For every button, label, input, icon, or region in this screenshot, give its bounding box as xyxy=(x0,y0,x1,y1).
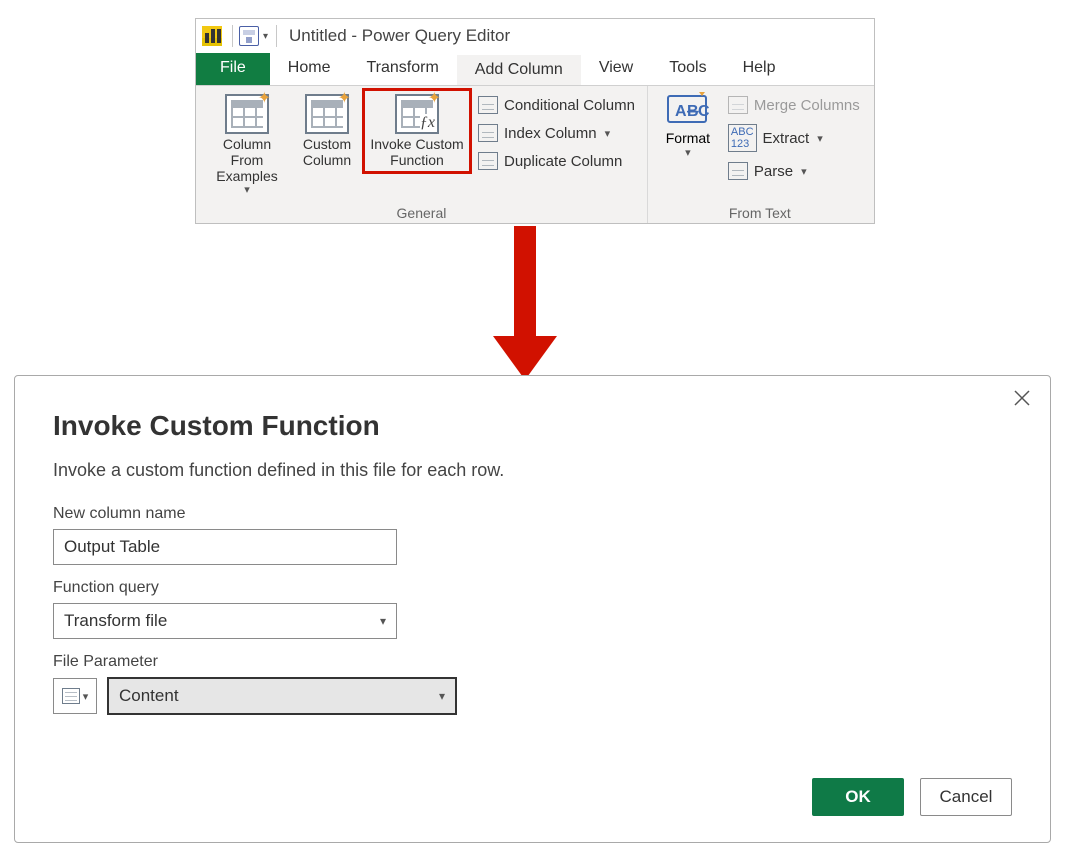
chevron-down-icon: ▾ xyxy=(380,614,386,628)
sparkle-icon: ✦ xyxy=(258,90,271,108)
ribbon-tabs: File Home Transform Add Column View Tool… xyxy=(196,53,874,85)
duplicate-column-button[interactable]: Duplicate Column xyxy=(474,150,639,172)
ok-button[interactable]: OK xyxy=(812,778,904,816)
column-from-examples-icon: ✦ xyxy=(225,94,269,134)
merge-columns-button: Merge Columns xyxy=(724,94,864,116)
separator xyxy=(276,25,277,47)
new-column-name-input[interactable] xyxy=(53,529,397,565)
parse-icon xyxy=(728,162,748,180)
tab-tools[interactable]: Tools xyxy=(651,53,724,85)
format-icon: A B C xyxy=(665,90,711,130)
format-button[interactable]: A B C Format ▾ xyxy=(656,90,720,159)
file-parameter-select[interactable]: Content ▾ xyxy=(107,677,457,715)
save-icon[interactable] xyxy=(239,26,259,46)
extract-icon: ABC123 xyxy=(728,124,757,152)
annotation-arrow xyxy=(493,226,557,380)
dialog-title: Invoke Custom Function xyxy=(53,410,1012,442)
invoke-custom-function-icon: ✦ ƒx xyxy=(395,94,439,134)
chevron-down-icon: ▾ xyxy=(439,689,445,703)
new-column-name-label: New column name xyxy=(53,505,1012,523)
button-label: Custom Column xyxy=(296,136,358,168)
custom-column-icon: ✦ xyxy=(305,94,349,134)
powerbi-logo-icon xyxy=(202,26,222,46)
button-label: Parse xyxy=(754,163,793,180)
column-type-icon xyxy=(62,688,80,704)
invoke-custom-function-dialog: Invoke Custom Function Invoke a custom f… xyxy=(14,375,1051,843)
button-label: Index Column xyxy=(504,125,597,142)
tab-view[interactable]: View xyxy=(581,53,651,85)
button-label: Format xyxy=(666,130,710,146)
chevron-down-icon: ▾ xyxy=(817,132,823,145)
extract-button[interactable]: ABC123 Extract ▾ xyxy=(724,122,864,154)
button-label: Extract xyxy=(763,130,810,147)
merge-columns-icon xyxy=(728,96,748,114)
chevron-down-icon: ▾ xyxy=(685,146,691,159)
group-label: From Text xyxy=(656,205,864,221)
ribbon-group-from-text: A B C Format ▾ Merge Columns xyxy=(647,86,872,223)
tab-transform[interactable]: Transform xyxy=(348,53,456,85)
sparkle-icon: ✦ xyxy=(428,90,441,108)
svg-text:C: C xyxy=(698,103,710,120)
index-column-icon xyxy=(478,124,498,142)
ribbon-group-general: ✦ Column From Examples ▾ ✦ Custom Column… xyxy=(196,86,647,223)
tab-add-column[interactable]: Add Column xyxy=(457,55,581,85)
sparkle-icon: ✦ xyxy=(338,90,351,108)
button-label: Invoke Custom Function xyxy=(366,136,468,168)
dialog-subtitle: Invoke a custom function defined in this… xyxy=(53,460,1012,481)
chevron-down-icon: ▾ xyxy=(605,127,611,140)
button-label: Column From Examples xyxy=(206,136,288,184)
parse-button[interactable]: Parse ▾ xyxy=(724,160,864,182)
column-from-examples-button[interactable]: ✦ Column From Examples ▾ xyxy=(204,90,290,201)
select-value: Content xyxy=(119,686,179,706)
qat-dropdown-icon[interactable]: ▾ xyxy=(261,31,270,42)
tab-file[interactable]: File xyxy=(196,53,270,85)
conditional-column-button[interactable]: Conditional Column xyxy=(474,94,639,116)
title-bar: ▾ Untitled - Power Query Editor xyxy=(196,19,874,53)
chevron-down-icon: ▾ xyxy=(801,165,807,178)
group-label: General xyxy=(204,205,639,221)
power-query-window: ▾ Untitled - Power Query Editor File Hom… xyxy=(195,18,875,224)
custom-column-button[interactable]: ✦ Custom Column xyxy=(294,90,360,172)
file-parameter-label: File Parameter xyxy=(53,653,1012,671)
fx-icon: ƒx xyxy=(420,114,435,132)
separator xyxy=(232,25,233,47)
parameter-type-picker[interactable]: ▾ xyxy=(53,678,97,714)
conditional-column-icon xyxy=(478,96,498,114)
button-label: Merge Columns xyxy=(754,97,860,114)
tab-home[interactable]: Home xyxy=(270,53,349,85)
button-label: Duplicate Column xyxy=(504,153,622,170)
button-label: Conditional Column xyxy=(504,97,635,114)
chevron-down-icon: ▾ xyxy=(83,690,89,703)
svg-text:A: A xyxy=(675,103,687,120)
ribbon-body: ✦ Column From Examples ▾ ✦ Custom Column… xyxy=(196,85,874,223)
svg-text:B: B xyxy=(687,103,699,120)
function-query-select[interactable]: Transform file ▾ xyxy=(53,603,397,639)
cancel-button[interactable]: Cancel xyxy=(920,778,1012,816)
invoke-custom-function-button[interactable]: ✦ ƒx Invoke Custom Function xyxy=(364,90,470,172)
window-title: Untitled - Power Query Editor xyxy=(289,26,510,46)
chevron-down-icon: ▾ xyxy=(244,184,250,197)
function-query-label: Function query xyxy=(53,579,1012,597)
tab-help[interactable]: Help xyxy=(725,53,794,85)
index-column-button[interactable]: Index Column ▾ xyxy=(474,122,639,144)
duplicate-column-icon xyxy=(478,152,498,170)
select-value: Transform file xyxy=(64,611,167,631)
